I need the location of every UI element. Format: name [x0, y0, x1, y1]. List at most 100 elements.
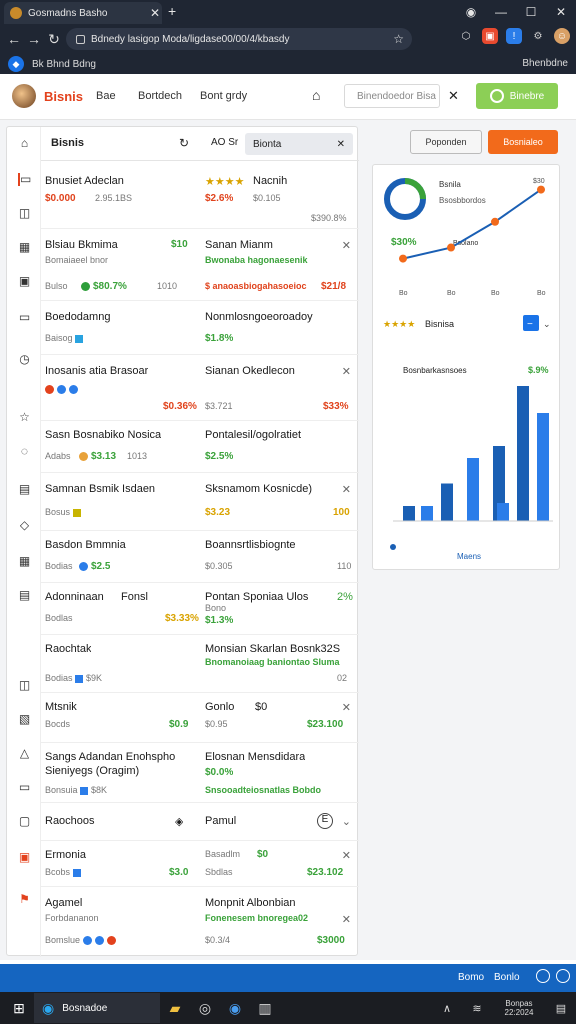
chat-icon[interactable]: ▤ [546, 993, 576, 1023]
item-value: $2.5 [79, 561, 110, 572]
close-icon[interactable]: ✕ [342, 483, 351, 496]
folder-icon[interactable]: ▭ [18, 311, 31, 324]
list-item[interactable]: Sasn Bosnabiko Nosica Adabs $3.13 1013 P… [41, 421, 359, 473]
close-icon[interactable]: ✕ [342, 913, 351, 926]
item-right-meta: 100 [333, 507, 350, 518]
star-icon[interactable]: ☆ [393, 32, 404, 46]
info-icon[interactable]: E [317, 813, 333, 829]
notification-icon[interactable] [556, 969, 570, 983]
nav-item-2[interactable]: Bortdech [138, 90, 182, 102]
wifi-icon[interactable]: ≋ [462, 993, 492, 1023]
list-item[interactable]: Samnan Bsmik Isdaen Bosus Sksnamom Kosni… [41, 473, 359, 531]
list-item[interactable]: Blsiau Bkmima $10 Bomaiaeel bnor Sanan M… [41, 229, 359, 301]
item-title: Adonninaan [45, 591, 104, 603]
tag-icon[interactable]: ▧ [18, 713, 31, 726]
globe-icon[interactable] [536, 969, 550, 983]
list-item[interactable]: Inosanis atia Brasoar $0.36% Sianan Oked… [41, 355, 359, 421]
app-icon[interactable]: ◎ [190, 993, 220, 1023]
url-field[interactable]: Bdnedy lasigop Moda/ligdase00/00/4/kbasd… [66, 28, 412, 50]
item-subtitle-text: Bonsuia [45, 785, 78, 795]
list-item[interactable]: Bnusiet Adeclan $0.000 2.95.1BS ★★★★ Nac… [41, 161, 359, 229]
minimize-icon[interactable]: — [486, 5, 516, 19]
list-item[interactable]: Ermonia Bcobs $3.0 Basadlm $0 ✕ Sbdlas $… [41, 841, 359, 887]
tools-icon[interactable]: ✕ [448, 88, 459, 104]
search-input[interactable]: Binendoedor Bisa [344, 84, 440, 108]
chrome-icon[interactable]: ◉ [220, 993, 250, 1023]
item-title: Basdon Bmmnia [45, 539, 126, 551]
primary-orange-button[interactable]: Bosnialeo [488, 130, 558, 154]
document-icon[interactable]: ▭ [18, 173, 31, 186]
bell-icon[interactable]: △ [18, 747, 31, 760]
item-right-note: $ anaoasbiogahasoeioc [205, 281, 307, 291]
table-icon[interactable]: ▤ [18, 589, 31, 602]
reload-icon[interactable]: ↻ [44, 31, 64, 48]
close-icon[interactable]: ✕ [342, 849, 351, 862]
clock[interactable]: Bonpas 22:2024 [492, 999, 546, 1017]
chevron-down-icon[interactable]: ⌄ [342, 815, 351, 828]
taskbar-apps: ⊞ ◉ Bosnadoe ▰ ◎ ◉ ▥ ∧ ≋ Bonpas 22:2024 … [0, 992, 576, 1024]
list-item[interactable]: Raochtak Bodias $9K Monsian Skarlan Bosn… [41, 635, 359, 693]
bookmark-item[interactable]: ◆ Bk Bhnd Bdng [8, 56, 96, 72]
extension-icon[interactable]: ▣ [482, 28, 498, 44]
alert-icon[interactable]: ! [506, 28, 522, 44]
windows-start-icon[interactable]: ⊞ [4, 993, 34, 1023]
avatar[interactable]: ☺ [554, 28, 570, 44]
list-item[interactable]: Basdon Bmmnia Bodias $2.5 Boannsrtlisbio… [41, 531, 359, 583]
list-item[interactable]: Adonninaan Fonsl Bodlas $3.33% Pontan Sp… [41, 583, 359, 635]
maximize-icon[interactable]: ☐ [516, 5, 546, 19]
close-window-icon[interactable]: ✕ [546, 5, 576, 19]
secondary-button[interactable]: Poponden [410, 130, 482, 154]
filter-dropdown[interactable]: Bionta ✕ [245, 133, 353, 155]
bookmark-right[interactable]: Bhenbdne [522, 58, 568, 69]
grid-icon[interactable]: ▦ [18, 555, 31, 568]
browser-tab[interactable]: Gosmadns Basho ✕ [4, 2, 162, 24]
settings-icon[interactable]: ⚙ [530, 28, 546, 44]
list-item[interactable]: Agamel Forbdananon Bomslue Monpnit Albon… [41, 887, 359, 955]
taskbar-active-app[interactable]: ◉ Bosnadoe [34, 993, 160, 1023]
home-icon[interactable]: ⌂ [312, 87, 320, 103]
folder-icon[interactable]: ▰ [160, 993, 190, 1023]
bookmark-icon[interactable]: ◫ [18, 679, 31, 692]
file-icon[interactable]: ▭ [18, 781, 31, 794]
item-right-value: $2.6% [205, 193, 234, 204]
close-icon[interactable]: ✕ [342, 239, 351, 252]
star-icon[interactable]: ☆ [18, 411, 31, 424]
list-item[interactable]: Raochoos ◈ Pamul E ⌄ [41, 803, 359, 841]
profile-circle-icon[interactable]: ◉ [456, 5, 486, 19]
list-item[interactable]: Sangs Adandan Enohspho Sieniyegs (Oragim… [41, 743, 359, 803]
chat-icon[interactable]: ◌ [18, 445, 31, 458]
close-tab-icon[interactable]: ✕ [148, 6, 162, 20]
gift-icon[interactable]: ▣ [18, 851, 31, 864]
primary-action-button[interactable]: Binebre [476, 83, 558, 109]
back-icon[interactable]: ← [4, 31, 24, 47]
ao-label: AO Sr [211, 137, 239, 148]
image-icon[interactable]: ▣ [18, 275, 31, 288]
pin-icon[interactable]: ◇ [18, 519, 31, 532]
list-item[interactable]: Mtsnik Bocds $0.9 Gonlo $0 ✕ $0.95 $23.1… [41, 693, 359, 743]
shield-icon[interactable]: ⬡ [458, 28, 474, 44]
chart1-title: Bsnila [439, 180, 461, 189]
calendar-icon[interactable]: ▦ [18, 241, 31, 254]
pin-icon[interactable]: ◈ [175, 815, 183, 828]
nav-item-1[interactable]: Bae [96, 90, 116, 102]
chevron-down-icon[interactable]: ⌄ [543, 319, 551, 329]
refresh-icon[interactable]: ↻ [179, 136, 189, 150]
bar-chart [393, 386, 553, 522]
tag-icon [75, 674, 84, 683]
nav-item-3[interactable]: Bont grdy [200, 90, 247, 102]
home-icon[interactable]: ⌂ [18, 137, 31, 150]
forward-icon[interactable]: → [24, 31, 44, 47]
new-tab-icon[interactable]: + [168, 3, 176, 19]
trash-icon[interactable]: ▥ [250, 993, 280, 1023]
tray-chevron-icon[interactable]: ∧ [432, 993, 462, 1023]
clock-icon[interactable]: ◷ [18, 353, 31, 366]
flag-icon[interactable]: ⚑ [18, 893, 31, 906]
item-right-value: $1.8% [205, 333, 234, 344]
box-icon[interactable]: ▢ [18, 815, 31, 828]
list-item[interactable]: Boedodamng Baisog Nonmlosngoeoroadoy $1.… [41, 301, 359, 355]
layout-icon[interactable]: ▤ [18, 483, 31, 496]
close-icon[interactable]: ✕ [342, 701, 351, 714]
dot-icon [106, 936, 116, 946]
close-icon[interactable]: ✕ [342, 365, 351, 378]
book-icon[interactable]: ◫ [18, 207, 31, 220]
